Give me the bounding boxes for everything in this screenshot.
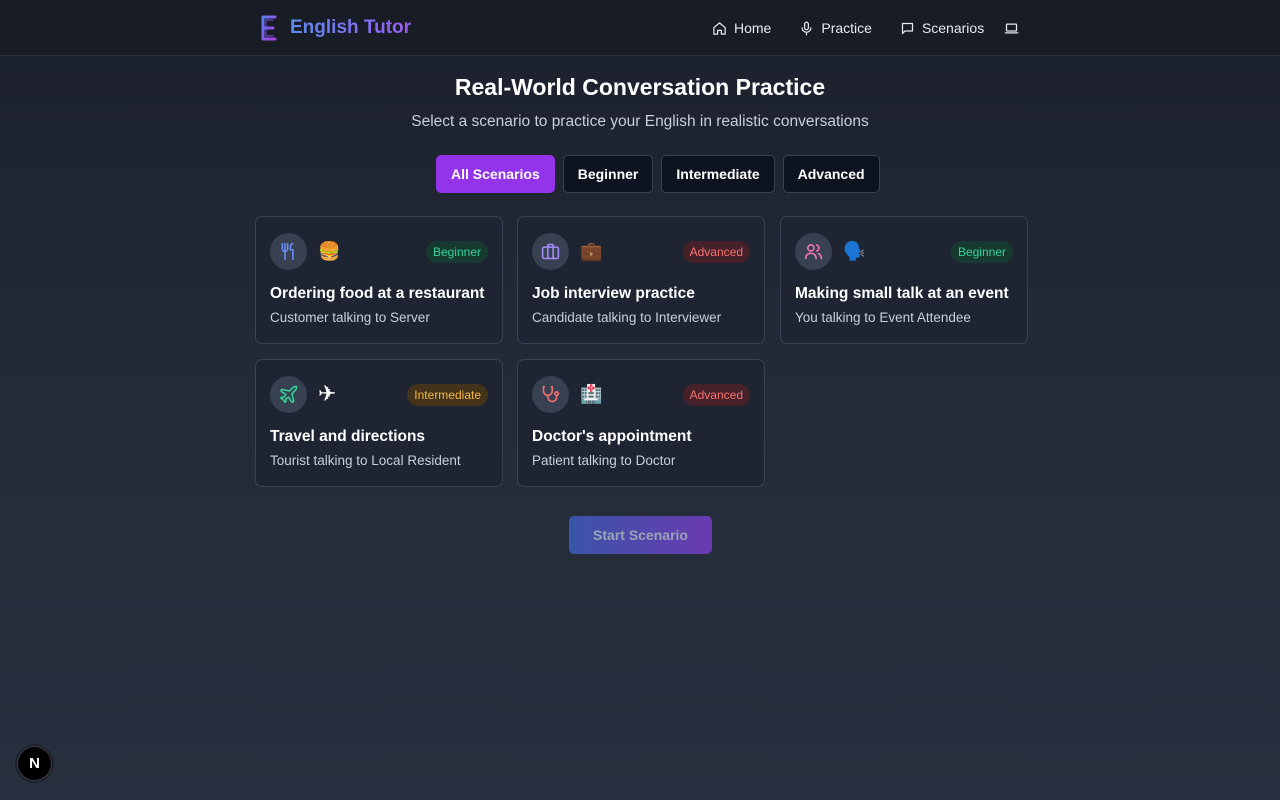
level-badge: Advanced	[682, 241, 750, 263]
scenario-description: Candidate talking to Interviewer	[532, 310, 722, 325]
level-badge: Intermediate	[407, 384, 488, 406]
scenario-title: Doctor's appointment	[532, 428, 692, 445]
main-nav: Home Practice Scenarios	[712, 18, 1019, 38]
filter-all-scenarios-button[interactable]: All Scenarios	[436, 155, 555, 193]
scenario-title: Travel and directions	[270, 428, 426, 445]
scenario-card-travel[interactable]: ✈ Intermediate Travel and directions Tou…	[255, 359, 503, 487]
speaking-head-emoji-icon: 🗣️	[843, 241, 866, 261]
scenario-card-job-interview[interactable]: 💼 Advanced Job interview practice Candid…	[517, 216, 765, 344]
scenario-icon-container	[795, 233, 832, 270]
nav-item-home[interactable]: Home	[712, 20, 771, 36]
scenario-icon-container	[532, 233, 569, 270]
english-e-logo-icon	[261, 15, 277, 41]
microphone-icon	[801, 21, 812, 35]
briefcase-icon	[541, 243, 560, 260]
app-title: English Tutor	[290, 17, 412, 38]
airplane-emoji-icon: ✈	[318, 381, 337, 406]
page-subtitle: Select a scenario to practice your Engli…	[411, 113, 869, 130]
scenario-card-restaurant[interactable]: 🍔 Beginner Ordering food at a restaurant…	[255, 216, 503, 344]
stethoscope-icon	[542, 385, 560, 403]
nav-item-practice[interactable]: Practice	[799, 20, 872, 36]
filter-beginner-button[interactable]: Beginner	[562, 155, 654, 193]
nav-item-label: Practice	[821, 20, 872, 36]
scenario-description: Tourist talking to Local Resident	[270, 453, 461, 468]
brand[interactable]: English Tutor	[258, 14, 411, 42]
scenario-title: Job interview practice	[532, 285, 695, 302]
scenario-description: Customer talking to Server	[270, 310, 430, 325]
hamburger-emoji-icon: 🍔	[318, 241, 341, 261]
filter-advanced-button[interactable]: Advanced	[782, 155, 880, 193]
start-scenario-button[interactable]: Start Scenario	[569, 516, 712, 554]
hospital-emoji-icon: 🏥	[580, 384, 603, 404]
scenario-title: Making small talk at an event	[795, 285, 1009, 302]
briefcase-emoji-icon: 💼	[580, 241, 603, 261]
plane-icon	[279, 385, 298, 404]
top-navigation-bar: English Tutor Home Practice Scenarios	[0, 0, 1280, 56]
level-badge: Advanced	[682, 384, 750, 406]
home-icon	[713, 21, 726, 35]
utensils-icon	[281, 242, 294, 261]
laptop-icon[interactable]	[1004, 21, 1019, 36]
filter-intermediate-button[interactable]: Intermediate	[661, 155, 775, 193]
difficulty-filter-group: All Scenarios Beginner Intermediate Adva…	[436, 155, 880, 193]
level-badge: Beginner	[425, 241, 488, 263]
scenario-title: Ordering food at a restaurant	[270, 285, 485, 302]
dev-tools-badge[interactable]: N	[17, 746, 52, 781]
scenario-card-doctor[interactable]: 🏥 Advanced Doctor's appointment Patient …	[517, 359, 765, 487]
scenario-card-small-talk[interactable]: 🗣️ Beginner Making small talk at an even…	[780, 216, 1028, 344]
level-badge: Beginner	[950, 241, 1013, 263]
scenario-icon-container	[532, 376, 569, 413]
chat-bubble-icon	[901, 22, 914, 34]
scenario-description: Patient talking to Doctor	[532, 453, 676, 468]
nav-item-scenarios[interactable]: Scenarios	[900, 20, 984, 36]
nav-item-label: Home	[734, 20, 772, 36]
scenario-icon-container	[270, 376, 307, 413]
scenario-icon-container	[270, 233, 307, 270]
scenario-description: You talking to Event Attendee	[795, 310, 971, 325]
nav-item-label: Scenarios	[921, 20, 985, 36]
users-icon	[804, 244, 823, 260]
page-title: Real-World Conversation Practice	[454, 74, 826, 100]
